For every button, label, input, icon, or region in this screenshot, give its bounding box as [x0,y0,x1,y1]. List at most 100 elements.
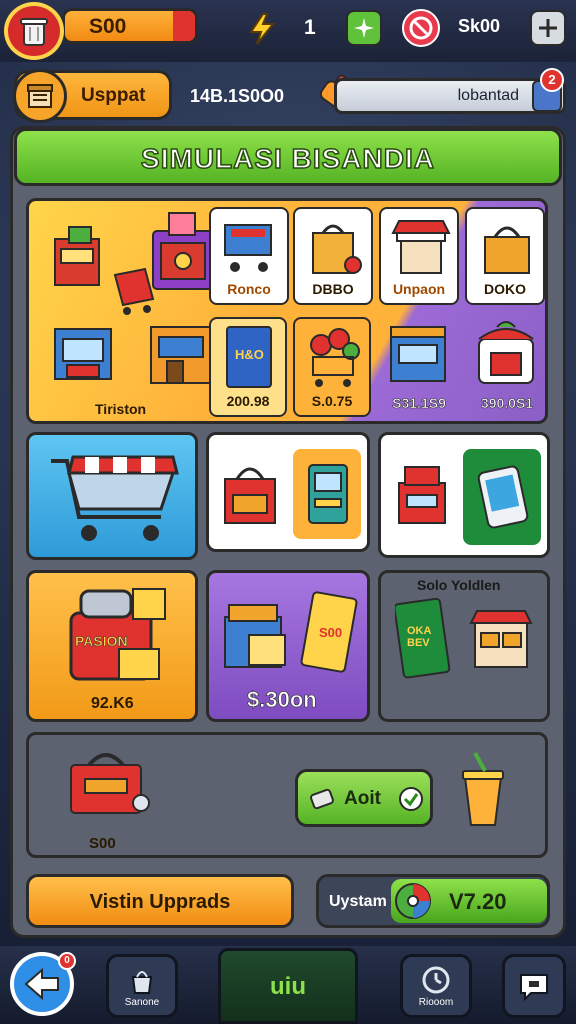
page-title: SIMULASI BISANDIA [140,142,435,175]
shelf-card[interactable]: S31.1S9 [379,317,459,417]
tag-icon [310,788,334,810]
toolbox-price: S00 [89,835,116,852]
balance-readout: 14B.1S0O0 [190,86,285,106]
no-ads-button[interactable] [402,9,440,47]
title-bar: SIMULASI BISANDIA [14,128,562,186]
coin-bar[interactable]: S00 [62,8,198,44]
shelf-item-label: Tiriston [95,401,147,417]
shelf-item-label: S.0.75 [311,393,353,409]
tablet-icon [477,465,529,529]
coupon-book-text: S00 [319,625,343,640]
shelf-tile[interactable]: Tiriston Ronco DBBO Unpaon DOKO H&O 200.… [26,198,548,424]
register-panel [463,449,541,545]
shop-box-icon [224,467,276,524]
action-button-label: Aoit [344,788,381,809]
upgrade-button-label: Vistin Upprads [89,891,231,913]
upgrade-button[interactable]: Vistin Upprads [26,874,294,928]
toolbox-tile[interactable]: S00 Aoit [26,732,548,858]
currency-amount: Sk00 [458,16,501,36]
color-wheel-icon [395,883,431,919]
shelf-item-label: Ronco [227,281,271,297]
pasion-price: 92.K6 [91,695,134,712]
clock-icon [422,966,450,993]
storefronts-icon [54,326,212,384]
apple-cart-icon [310,328,360,387]
solo-tile[interactable]: Solo Yoldlen OKA BEV [378,570,550,722]
system-value-pill: V7.20 [391,879,547,923]
bag-icon [131,970,153,994]
menu-book-text: OKA BEV [407,625,432,649]
cash-tile[interactable]: S00 $.30on [206,570,370,722]
nav-home[interactable]: uiu [218,948,358,1024]
back-badge: 0 [58,952,76,970]
vending-machine-icon [308,464,348,524]
shelf-item-label: Unpaon [392,281,446,297]
store-icon [27,84,53,108]
nav-label: uiu [270,973,306,1000]
lightning-count: 1 [304,16,316,39]
sparkle-icon [354,18,374,38]
gift-shop-icon [478,321,534,384]
shelf-item-label: 200.98 [226,393,270,409]
pasion-sign: PASION [75,633,128,650]
shopping-bag-icon [312,224,362,274]
shelf-card[interactable]: H&O 200.98 [209,317,287,417]
pasion-tile[interactable]: PASION 92.K6 [26,570,198,722]
shop-box-tile[interactable] [206,432,370,552]
shop-button-label: Usppat [81,85,146,106]
book-icon: H&O [226,326,272,388]
trash-can-icon [20,18,48,46]
cash-register-icon [398,466,446,524]
solo-title: Solo Yoldlen [417,577,501,593]
player-avatar[interactable] [4,2,64,60]
shelf-card[interactable]: DOKO [465,207,545,305]
storefront-icon [469,610,533,668]
nav-label: Riooom [418,996,454,1008]
shopping-basket-icon [484,226,530,274]
shelf-card[interactable]: Unpaon [379,207,459,305]
coin-bar-end [173,11,195,41]
arrow-left-icon [24,968,59,1000]
grid-menu-icon [539,19,557,37]
shop-box-panel [293,449,361,539]
shelf-item-label: DBBO [312,281,354,297]
shopping-cart-icon [224,224,272,272]
shopping-cart-icon [51,455,179,541]
nav-label: Sanone [124,996,160,1008]
shop-button[interactable]: Usppat [13,69,172,123]
coin-amount: S00 [89,15,127,38]
cart-tile[interactable] [26,432,198,560]
shelf-card[interactable]: Ronco [209,207,289,305]
department-store-icon [390,326,446,382]
shop-icon-badge [13,69,67,123]
market-stall-icon [391,220,451,274]
drink-cup-icon [462,752,504,826]
shelf-card[interactable]: S.0.75 [293,317,371,417]
system-panel[interactable]: Uystam V7.20 [316,874,550,928]
nav-room[interactable]: Riooom [400,954,472,1018]
toolbox-icon [70,753,150,814]
cash-price: $.30on [247,687,317,713]
lightning-icon [249,13,276,45]
notification-badge: 2 [540,68,564,92]
cash-drawer-icon [224,604,286,668]
svg-text:H&O: H&O [235,347,264,362]
check-icon [399,787,423,811]
search-label: lobantad [457,87,519,104]
block-icon [409,16,433,40]
system-label: Uystam [329,893,387,910]
system-value: V7.20 [449,889,507,914]
register-tile[interactable] [378,432,550,558]
settings-button[interactable] [530,10,566,46]
shop-stall-icon [54,212,214,315]
shelf-card[interactable]: DBBO [293,207,373,305]
chat-bubble-icon [520,974,548,1002]
action-button[interactable]: Aoit [295,769,433,827]
nav-save[interactable]: Sanone [106,954,178,1018]
shelf-card[interactable]: 390.0S1 [465,317,545,417]
nav-chat[interactable] [502,954,566,1018]
shelf-item-label: S31.1S9 [392,395,446,412]
shelf-item-label: DOKO [484,281,526,297]
shelf-item-label: 390.0S1 [480,395,534,412]
gift-button[interactable] [346,10,382,46]
